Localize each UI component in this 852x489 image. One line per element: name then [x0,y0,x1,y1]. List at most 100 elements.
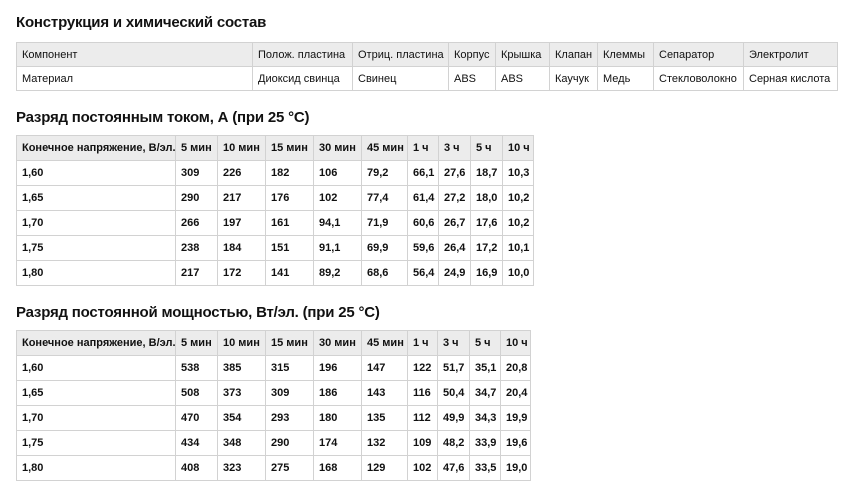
construction-header-row: Компонент Полож. пластина Отриц. пластин… [16,42,838,67]
table-cell: 143 [361,380,408,406]
table-header-cell: 5 ч [470,135,503,161]
table-cell: 33,5 [469,455,501,481]
table-cell: 10,1 [502,235,534,261]
table-cell: 68,6 [361,260,408,286]
table-cell: 1,80 [16,455,176,481]
table-cell: 17,6 [470,210,503,236]
table-header-cell: Крышка [495,42,550,67]
table-cell: 1,70 [16,405,176,431]
table-cell: Серная кислота [743,66,838,91]
table-cell: 33,9 [469,430,501,456]
table-cell: 1,65 [16,380,176,406]
table-cell: 60,6 [407,210,439,236]
table-header-cell: 3 ч [437,330,470,356]
table-row: 1,75 434 348 290 174 132 109 48,2 33,9 1… [16,430,531,456]
table-cell: 18,7 [470,160,503,186]
table-row: Материал Диоксид свинца Свинец ABS ABS К… [16,66,838,91]
table-row: 1,80 217 172 141 89,2 68,6 56,4 24,9 16,… [16,260,534,286]
table-cell: 1,65 [16,185,176,211]
table-cell: 290 [175,185,218,211]
table-cell: 217 [175,260,218,286]
table-header-cell: 5 мин [175,330,218,356]
table-cell: 49,9 [437,405,470,431]
table-row: 1,75 238 184 151 91,1 69,9 59,6 26,4 17,… [16,235,534,261]
table-cell: 17,2 [470,235,503,261]
table-cell: 19,6 [500,430,531,456]
table-cell: 50,4 [437,380,470,406]
table-cell: 122 [407,355,438,381]
table-header-cell: Корпус [448,42,496,67]
table-cell: 275 [265,455,314,481]
table-cell: 315 [265,355,314,381]
table-cell: 61,4 [407,185,439,211]
table-cell: Диоксид свинца [252,66,353,91]
table-cell: 309 [175,160,218,186]
table-cell: 1,75 [16,235,176,261]
construction-table: Компонент Полож. пластина Отриц. пластин… [16,42,838,91]
table-header-cell: 15 мин [265,330,314,356]
table-header-cell: Конечное напряжение, В/эл. [16,330,176,356]
table-cell: 27,6 [438,160,471,186]
table-cell: 238 [175,235,218,261]
table-header-cell: Полож. пластина [252,42,353,67]
table-cell: 112 [407,405,438,431]
table-cell: Материал [16,66,253,91]
table-cell: 19,0 [500,455,531,481]
table-cell: 354 [217,405,266,431]
table-cell: Медь [597,66,654,91]
table-cell: 182 [265,160,314,186]
table-cell: 508 [175,380,218,406]
table-header-cell: 10 мин [217,135,266,161]
table-cell: 59,6 [407,235,439,261]
table-cell: 174 [313,430,362,456]
table-cell: 197 [217,210,266,236]
table-cell: 10,3 [502,160,534,186]
table-cell: 290 [265,430,314,456]
table-cell: 109 [407,430,438,456]
table-header-cell: 5 ч [469,330,501,356]
table-cell: 47,6 [437,455,470,481]
table-header-cell: 30 мин [313,330,362,356]
table-header-cell: Конечное напряжение, В/эл. [16,135,176,161]
table-cell: 26,7 [438,210,471,236]
table-cell: 132 [361,430,408,456]
table-cell: 135 [361,405,408,431]
table-cell: 10,0 [502,260,534,286]
table-cell: 69,9 [361,235,408,261]
table-header-cell: 10 ч [502,135,534,161]
table-cell: 102 [313,185,362,211]
table-row: 1,60 309 226 182 106 79,2 66,1 27,6 18,7… [16,160,534,186]
table-cell: 1,70 [16,210,176,236]
table-cell: 373 [217,380,266,406]
table-cell: 168 [313,455,362,481]
table-row: 1,60 538 385 315 196 147 122 51,7 35,1 2… [16,355,531,381]
table-cell: 1,60 [16,160,176,186]
table-cell: 186 [313,380,362,406]
table-cell: 77,4 [361,185,408,211]
construction-title: Конструкция и химический состав [16,14,267,31]
table-cell: 323 [217,455,266,481]
table-cell: 217 [217,185,266,211]
table-cell: 147 [361,355,408,381]
table-cell: 24,9 [438,260,471,286]
table-cell: 1,60 [16,355,176,381]
table-cell: 470 [175,405,218,431]
table-cell: 408 [175,455,218,481]
table-header-cell: 1 ч [407,330,438,356]
table-header-cell: 45 мин [361,330,408,356]
table-cell: 20,4 [500,380,531,406]
table-cell: 19,9 [500,405,531,431]
table-cell: Каучук [549,66,598,91]
table-header-cell: 10 мин [217,330,266,356]
table-cell: 35,1 [469,355,501,381]
table-cell: ABS [448,66,496,91]
table-cell: 20,8 [500,355,531,381]
table-cell: 16,9 [470,260,503,286]
table-row: 1,65 290 217 176 102 77,4 61,4 27,2 18,0… [16,185,534,211]
table-cell: 116 [407,380,438,406]
table-cell: 56,4 [407,260,439,286]
table-cell: 10,2 [502,210,534,236]
table-cell: 538 [175,355,218,381]
table-cell: 48,2 [437,430,470,456]
table-cell: 196 [313,355,362,381]
